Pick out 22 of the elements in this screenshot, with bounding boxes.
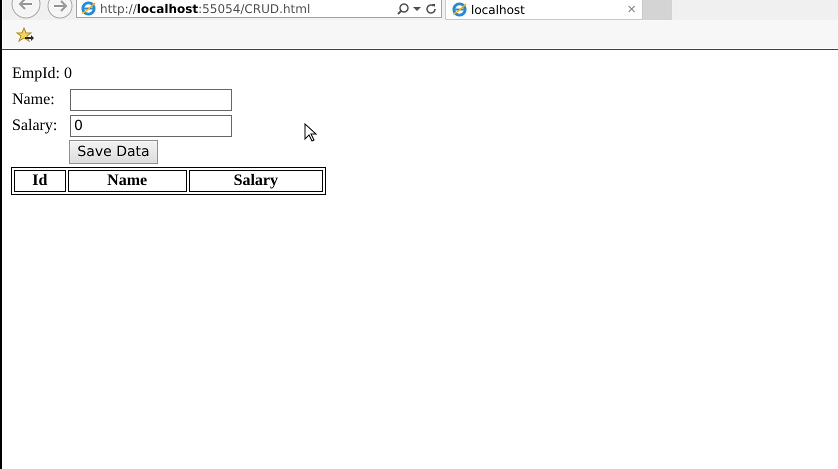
field-label: Name: [12, 90, 56, 108]
dropdown-icon[interactable] [413, 6, 421, 12]
close-tab-button[interactable]: × [627, 1, 636, 18]
field-label: Salary: [12, 116, 58, 134]
mouse-pointer-icon [304, 123, 317, 142]
browser-logo-icon [452, 2, 467, 17]
refresh-icon[interactable] [425, 2, 437, 14]
column-header: Id [14, 170, 66, 192]
address-bar[interactable]: http://localhost:55054/CRUD.html [76, 0, 442, 18]
input-field[interactable] [70, 88, 232, 110]
url-text: http://localhost:55054/CRUD.html [100, 2, 312, 16]
input-field[interactable]: 0 [70, 114, 232, 136]
browser-logo-icon [81, 1, 96, 16]
browser-tab[interactable]: localhost × [445, 0, 643, 20]
search-icon[interactable] [397, 2, 409, 14]
empid-value: 0 [64, 64, 72, 82]
save-button[interactable]: Save Data [69, 140, 158, 164]
empid-label: EmpId: [12, 64, 60, 82]
favorites-star-icon[interactable] [16, 26, 34, 42]
column-header: Name [68, 170, 187, 192]
tab-title: localhost [471, 2, 526, 16]
column-header: Salary [188, 170, 323, 192]
